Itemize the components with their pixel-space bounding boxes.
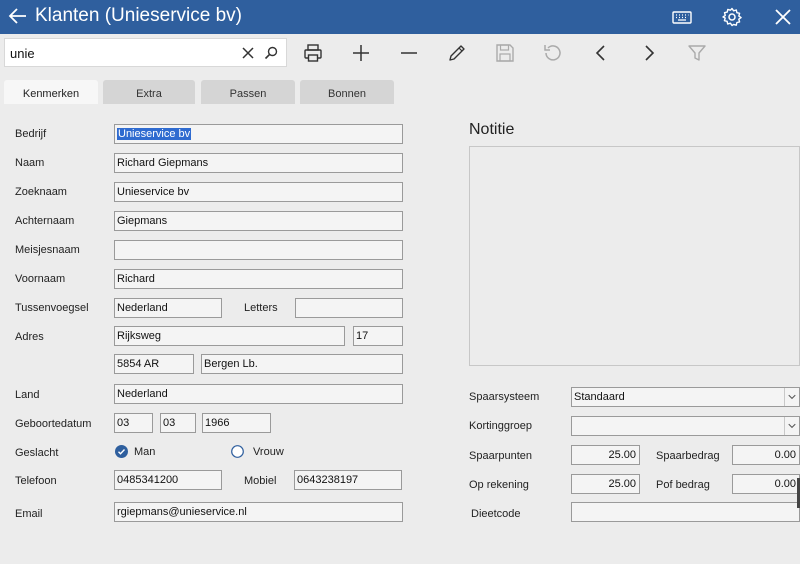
adres-label: Adres [15, 331, 44, 343]
tab-passen[interactable]: Passen [201, 80, 295, 104]
add-icon[interactable] [350, 42, 372, 64]
naam-field[interactable]: Richard Giepmans [114, 153, 403, 173]
dieetcode-label: Dieetcode [471, 508, 521, 520]
voornaam-label: Voornaam [15, 273, 66, 285]
radio-vrouw[interactable] [231, 445, 244, 458]
pof-bedrag-field[interactable]: 0.00 [732, 474, 800, 494]
chevron-down-icon [784, 388, 796, 406]
pof-bedrag-label: Pof bedrag [656, 479, 710, 491]
bedrijf-label: Bedrijf [15, 128, 47, 140]
undo-icon[interactable] [542, 42, 564, 64]
birth-month-field[interactable]: 03 [160, 413, 196, 433]
email-field[interactable]: rgiepmans@unieservice.nl [114, 502, 403, 522]
bedrijf-field[interactable]: Unieservice bv [114, 124, 403, 144]
land-field[interactable]: Nederland [114, 384, 403, 404]
kortinggroep-label: Kortinggroep [469, 420, 532, 432]
title-bar: Klanten (Unieservice bv) [0, 0, 800, 34]
gear-icon[interactable] [720, 5, 744, 29]
postcode-field[interactable]: 5854 AR [114, 354, 194, 374]
keyboard-icon[interactable] [670, 5, 694, 29]
tab-bar: Kenmerken Extra Passen Bonnen [0, 80, 800, 104]
zoeknaam-field[interactable]: Unieservice bv [114, 182, 403, 202]
clear-icon[interactable] [240, 45, 256, 61]
op-rekening-field[interactable]: 25.00 [571, 474, 640, 494]
achternaam-label: Achternaam [15, 215, 75, 227]
naam-label: Naam [15, 157, 45, 169]
tab-bonnen[interactable]: Bonnen [300, 80, 394, 104]
radio-man-label: Man [134, 446, 156, 458]
spaarpunten-label: Spaarpunten [469, 450, 532, 462]
achternaam-field[interactable]: Giepmans [114, 211, 403, 231]
tab-kenmerken[interactable]: Kenmerken [4, 80, 98, 104]
letters-field[interactable] [295, 298, 403, 318]
search-input[interactable] [10, 44, 230, 62]
tussenvoegsel-field[interactable]: Nederland [114, 298, 222, 318]
previous-icon[interactable] [590, 42, 612, 64]
tussenvoegsel-label: Tussenvoegsel [15, 302, 89, 314]
zoeknaam-label: Zoeknaam [15, 186, 67, 198]
toolbar [0, 34, 800, 72]
bedrijf-value: Unieservice bv [117, 128, 192, 140]
spaarbedrag-label: Spaarbedrag [656, 450, 720, 462]
voornaam-field[interactable]: Richard [114, 269, 403, 289]
city-field[interactable]: Bergen Lb. [201, 354, 403, 374]
birth-year-field[interactable]: 1966 [202, 413, 271, 433]
birth-day-field[interactable]: 03 [114, 413, 153, 433]
radio-man[interactable] [115, 445, 128, 458]
mobiel-field[interactable]: 0643238197 [294, 470, 402, 490]
street-field[interactable]: Rijksweg [114, 326, 345, 346]
next-icon[interactable] [638, 42, 660, 64]
notitie-title: Notitie [469, 121, 515, 138]
geboortedatum-label: Geboortedatum [15, 418, 92, 430]
meisjesnaam-field[interactable] [114, 240, 403, 260]
spaarsysteem-select[interactable]: Standaard [571, 387, 800, 407]
edit-icon[interactable] [446, 42, 468, 64]
save-icon[interactable] [494, 42, 516, 64]
filter-icon[interactable] [686, 42, 708, 64]
spaarsysteem-label: Spaarsysteem [469, 391, 540, 403]
land-label: Land [15, 389, 40, 401]
email-label: Email [15, 508, 43, 520]
geslacht-label: Geslacht [15, 447, 59, 459]
chevron-down-icon [784, 417, 796, 435]
notitie-textarea[interactable] [469, 146, 800, 366]
kortinggroep-select[interactable] [571, 416, 800, 436]
window-title: Klanten (Unieservice bv) [35, 5, 242, 26]
radio-vrouw-label: Vrouw [253, 446, 284, 458]
search-icon[interactable] [263, 45, 279, 61]
op-rekening-label: Op rekening [469, 479, 529, 491]
print-icon[interactable] [302, 42, 324, 64]
close-icon[interactable] [771, 5, 795, 29]
remove-icon[interactable] [398, 42, 420, 64]
mobiel-label: Mobiel [244, 475, 277, 487]
telefoon-field[interactable]: 0485341200 [114, 470, 222, 490]
dieetcode-field[interactable] [571, 502, 800, 522]
spaarpunten-field[interactable]: 25.00 [571, 445, 640, 465]
tab-extra[interactable]: Extra [103, 80, 195, 104]
back-arrow-icon[interactable] [6, 4, 30, 28]
meisjesnaam-label: Meisjesnaam [15, 244, 80, 256]
spaarbedrag-field[interactable]: 0.00 [732, 445, 800, 465]
telefoon-label: Telefoon [15, 475, 57, 487]
letters-label: Letters [244, 302, 278, 314]
spaarsysteem-value: Standaard [574, 391, 625, 403]
search-box [4, 38, 287, 67]
house-number-field[interactable]: 17 [353, 326, 403, 346]
